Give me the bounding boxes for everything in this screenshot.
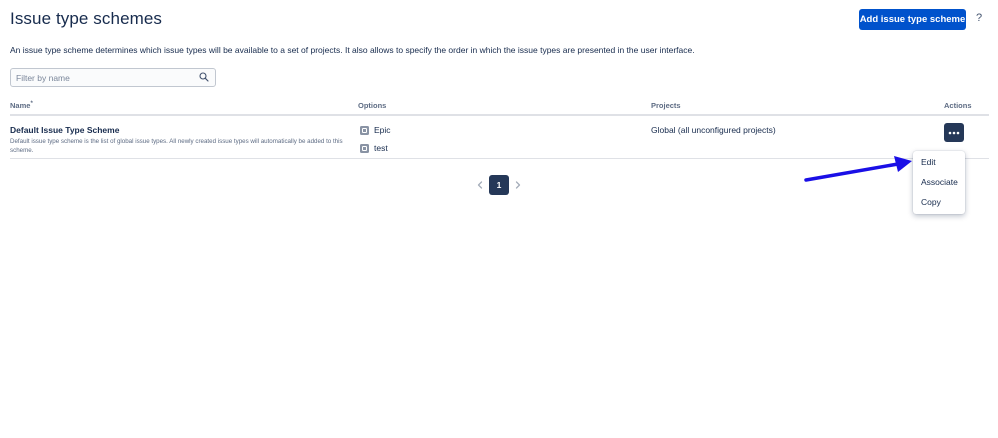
filter-input[interactable]	[11, 69, 196, 86]
page-title: Issue type schemes	[10, 9, 163, 28]
option-item: Epic	[360, 125, 391, 135]
add-issue-type-scheme-button[interactable]: Add issue type scheme	[859, 9, 966, 30]
column-header-options: Options	[358, 101, 387, 110]
actions-dropdown-menu: Edit Associate Copy	[913, 151, 965, 214]
option-label: Epic	[374, 125, 391, 135]
search-icon	[199, 72, 209, 82]
option-label: test	[374, 143, 388, 153]
help-icon[interactable]: ?	[974, 12, 984, 26]
column-header-name[interactable]: Name*	[10, 101, 33, 110]
actions-menu-button[interactable]	[944, 123, 964, 142]
option-item: test	[360, 143, 388, 153]
page-button-current[interactable]: 1	[489, 175, 509, 195]
more-icon	[948, 131, 960, 134]
annotation-arrow-icon	[804, 156, 912, 182]
menu-item-associate[interactable]: Associate	[921, 177, 958, 187]
scheme-description: Default issue type scheme is the list of…	[10, 138, 343, 154]
scheme-name: Default Issue Type Scheme	[10, 125, 120, 135]
sort-indicator: *	[30, 101, 33, 107]
filter-field[interactable]	[10, 68, 216, 87]
issue-type-icon	[360, 125, 369, 135]
column-header-projects: Projects	[651, 101, 681, 110]
projects-cell: Global (all unconfigured projects)	[651, 125, 776, 135]
column-header-actions: Actions	[944, 101, 972, 110]
chevron-left-icon[interactable]	[473, 175, 487, 195]
issue-type-icon	[360, 143, 369, 153]
menu-item-copy[interactable]: Copy	[921, 197, 941, 207]
menu-item-edit[interactable]: Edit	[921, 157, 936, 167]
chevron-right-icon[interactable]	[511, 175, 525, 195]
page-description: An issue type scheme determines which is…	[10, 45, 695, 55]
issue-type-schemes-page: Issue type schemes Add issue type scheme…	[0, 0, 998, 438]
